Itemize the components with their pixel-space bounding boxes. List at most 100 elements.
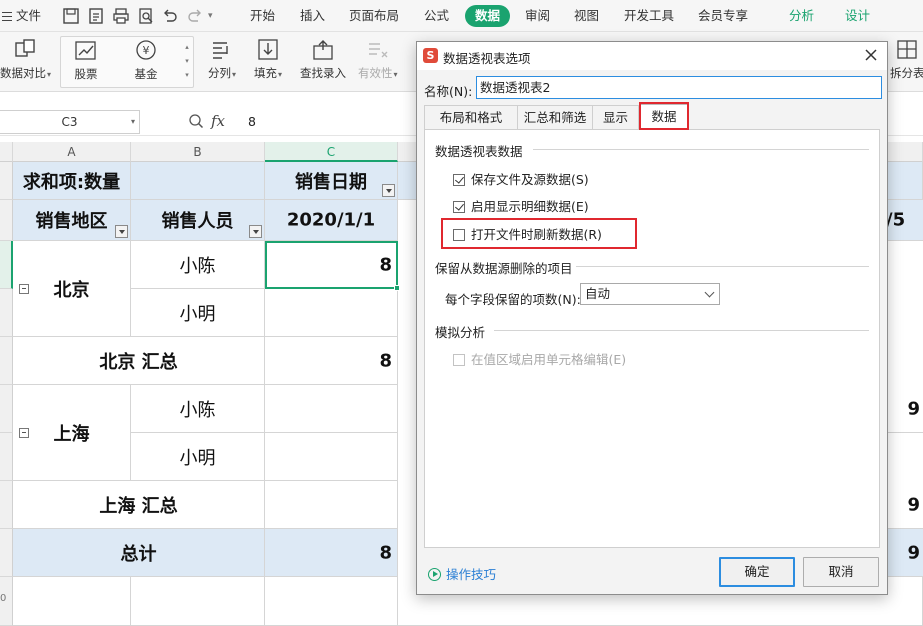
column-header-b[interactable]: B <box>131 142 265 162</box>
tab-totals-filters[interactable]: 汇总和筛选 <box>517 105 593 129</box>
subtotal-label-cell[interactable]: 北京 汇总 <box>13 337 265 385</box>
column-header-c[interactable]: C <box>265 142 398 162</box>
value-cell[interactable] <box>265 289 398 337</box>
pivot-column-field-header[interactable]: 销售日期 <box>265 162 398 200</box>
row-header[interactable] <box>0 481 13 529</box>
split-column-button[interactable]: 分列▾ <box>208 38 236 81</box>
empty-cell[interactable] <box>131 577 265 626</box>
row-header[interactable] <box>0 289 13 337</box>
checkbox-label: 保存文件及源数据(S) <box>471 172 589 187</box>
tab-formulas[interactable]: 公式 <box>424 0 449 32</box>
fill-button[interactable]: 填充▾ <box>254 38 282 81</box>
formula-input[interactable]: 8 <box>248 114 256 129</box>
name-box[interactable]: C3 ▾ <box>0 110 140 134</box>
row-header[interactable] <box>0 200 13 241</box>
tab-data[interactable]: 数据 <box>465 5 510 27</box>
tab-page-layout[interactable]: 页面布局 <box>349 0 399 32</box>
filter-dropdown-icon[interactable] <box>249 225 262 238</box>
zoom-icon[interactable] <box>188 113 204 129</box>
date-value-header[interactable]: 2020/1/1 <box>265 200 398 241</box>
undo-icon[interactable] <box>161 7 179 25</box>
stock-button[interactable]: 股票 <box>73 39 99 82</box>
filter-dropdown-icon[interactable] <box>382 184 395 197</box>
print-icon[interactable] <box>112 7 130 25</box>
grand-total-label-cell[interactable]: 总计 <box>13 529 265 577</box>
tab-insert[interactable]: 插入 <box>300 0 325 32</box>
tab-member[interactable]: 会员专享 <box>698 0 748 32</box>
person-cell[interactable]: 小陈 <box>131 241 265 289</box>
tab-view[interactable]: 视图 <box>574 0 599 32</box>
enable-show-details-checkbox[interactable]: 启用显示明细数据(E) <box>453 196 589 215</box>
row-header[interactable] <box>0 385 13 433</box>
region-field-header[interactable]: 销售地区 <box>13 200 131 241</box>
save-icon[interactable] <box>62 7 80 25</box>
person-cell[interactable]: 小明 <box>131 433 265 481</box>
region-cell-beijing[interactable]: 北京 <box>13 241 131 337</box>
lookup-entry-button[interactable]: 查找录入 <box>300 38 346 81</box>
empty-cell[interactable] <box>265 577 398 626</box>
row-header[interactable] <box>0 433 13 481</box>
empty-cell[interactable] <box>13 577 131 626</box>
person-cell[interactable]: 小明 <box>131 289 265 337</box>
checkbox-checked-icon[interactable] <box>453 201 465 213</box>
items-per-field-select[interactable]: 自动 <box>580 283 720 305</box>
validity-button[interactable]: 有效性▾ <box>358 38 398 81</box>
subtotal-value-cell[interactable] <box>265 481 398 529</box>
row-header[interactable] <box>0 162 13 200</box>
tab-analyze[interactable]: 分析 <box>789 0 814 32</box>
filter-dropdown-icon[interactable] <box>115 225 128 238</box>
tab-developer[interactable]: 开发工具 <box>624 0 674 32</box>
grand-total-value-cell[interactable]: 9 <box>888 529 923 577</box>
tab-layout-format[interactable]: 布局和格式 <box>424 105 518 129</box>
row-header[interactable] <box>0 529 13 577</box>
row-header[interactable]: 0 <box>0 577 13 626</box>
chevron-down-icon[interactable]: ▾ <box>131 111 135 133</box>
tab-display[interactable]: 显示 <box>592 105 639 129</box>
subtotal-value-cell[interactable]: 8 <box>265 337 398 385</box>
close-icon[interactable] <box>863 47 879 63</box>
column-header-a[interactable]: A <box>13 142 131 162</box>
gallery-scroll-icon[interactable]: ▴ ▾ ▾ <box>183 40 191 82</box>
value-cell[interactable] <box>265 433 398 481</box>
insert-function-icon[interactable]: fx <box>211 112 225 130</box>
date-value-header[interactable]: /5 <box>886 200 923 241</box>
checkbox-checked-icon[interactable] <box>453 174 465 186</box>
row-header[interactable] <box>0 337 13 385</box>
data-compare-button[interactable]: 数据对比▾ <box>0 38 51 81</box>
active-cell-c3[interactable]: 8 <box>265 241 398 289</box>
tab-review[interactable]: 审阅 <box>525 0 550 32</box>
fund-button[interactable]: ¥ 基金 <box>133 39 159 82</box>
pivot-header-empty-cell[interactable] <box>131 162 265 200</box>
row-header[interactable] <box>0 241 13 289</box>
select-all-corner[interactable] <box>0 142 13 162</box>
cancel-button[interactable]: 取消 <box>803 557 879 587</box>
spreadsheet-app: 文件 ▾ 开始 插入 页面布局 公式 数据 审阅 视图 开发工具 会员专享 分析… <box>0 0 923 626</box>
redo-icon[interactable] <box>186 7 204 25</box>
tab-design[interactable]: 设计 <box>845 0 870 32</box>
print-preview-icon[interactable] <box>137 7 155 25</box>
checkbox-unchecked-icon[interactable] <box>453 354 465 366</box>
region-cell-shanghai[interactable]: 上海 <box>13 385 131 481</box>
subtotal-label-cell[interactable]: 上海 汇总 <box>13 481 265 529</box>
save-source-data-checkbox[interactable]: 保存文件及源数据(S) <box>453 169 589 188</box>
person-cell[interactable]: 小陈 <box>131 385 265 433</box>
quick-access-more-icon[interactable]: ▾ <box>208 0 213 32</box>
fill-handle[interactable] <box>394 285 400 291</box>
tips-link[interactable]: 操作技巧 <box>428 564 496 583</box>
subtotal-value-cell[interactable]: 9 <box>888 481 923 529</box>
value-cell[interactable] <box>265 385 398 433</box>
split-table-button[interactable]: 拆分表 <box>890 38 923 81</box>
ok-button[interactable]: 确定 <box>719 557 795 587</box>
person-label: 小陈 <box>179 399 216 421</box>
person-field-header[interactable]: 销售人员 <box>131 200 265 241</box>
tab-home[interactable]: 开始 <box>250 0 275 32</box>
enable-cell-edit-checkbox[interactable]: 在值区域启用单元格编辑(E) <box>453 349 626 368</box>
pivot-value-field-header[interactable]: 求和项:数量 <box>13 162 131 200</box>
export-pdf-icon[interactable] <box>87 7 105 25</box>
pivot-name-input[interactable]: 数据透视表2 <box>476 76 882 99</box>
value-cell[interactable]: 9 <box>888 385 923 433</box>
grand-total-value-cell[interactable]: 8 <box>265 529 398 577</box>
dialog-title-bar[interactable]: S 数据透视表选项 <box>417 42 887 70</box>
file-menu[interactable]: 文件 <box>2 0 41 32</box>
select-value: 自动 <box>585 286 611 301</box>
